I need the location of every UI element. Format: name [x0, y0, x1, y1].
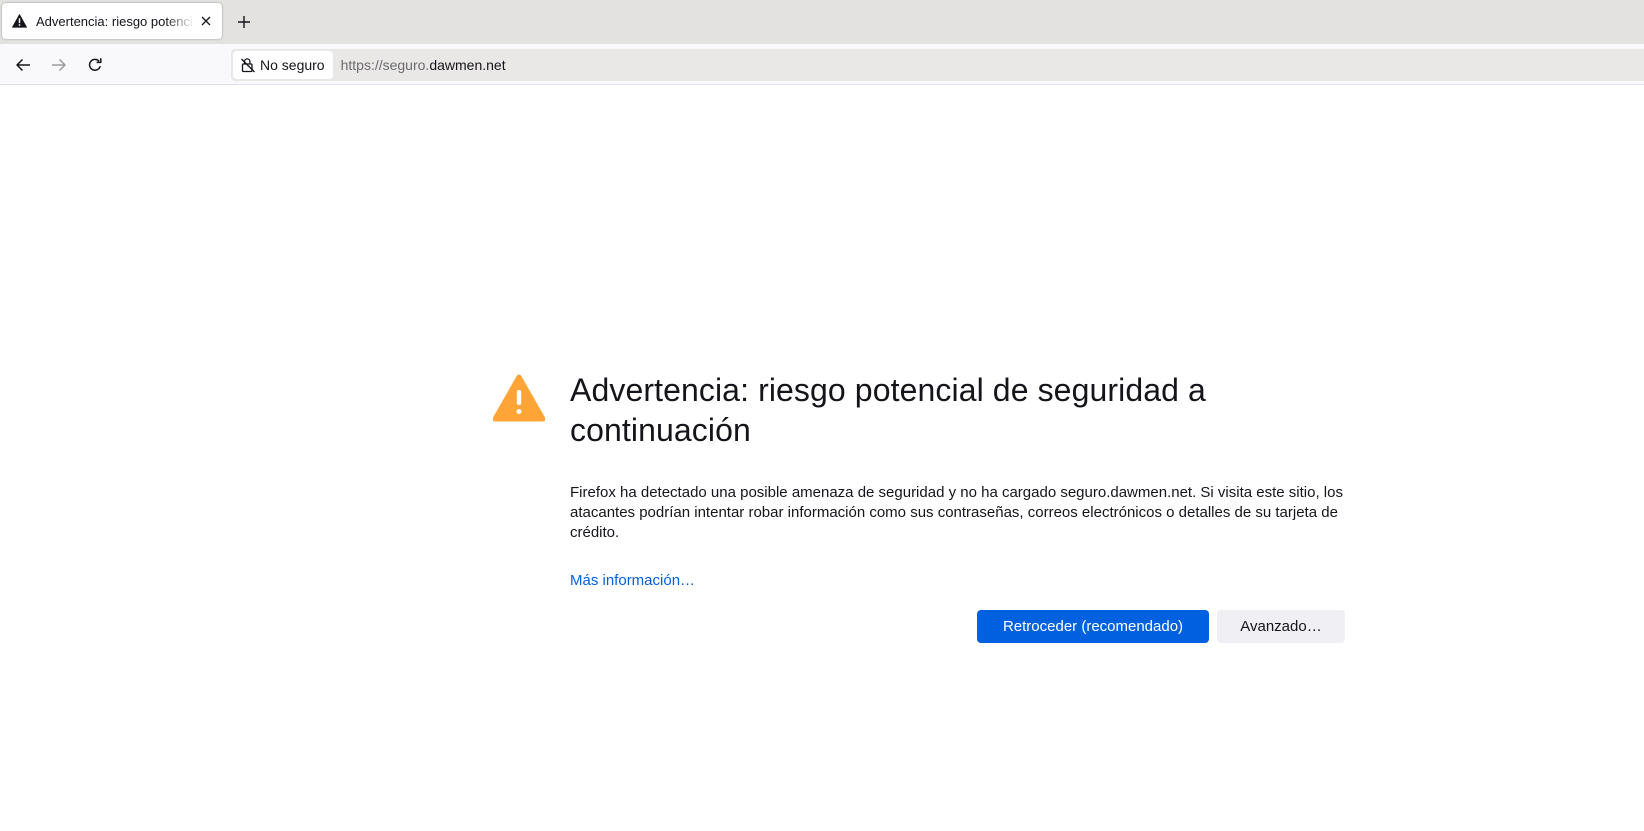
- warning-icon: [12, 13, 28, 29]
- advanced-button[interactable]: Avanzado…: [1217, 610, 1345, 643]
- arrow-right-icon: [52, 58, 66, 72]
- learn-more-link[interactable]: Más información…: [570, 572, 695, 589]
- tab-title: Advertencia: riesgo potencial de segurid…: [36, 13, 194, 29]
- identity-box[interactable]: No seguro: [233, 51, 333, 79]
- back-button[interactable]: [10, 52, 36, 78]
- error-description: Firefox ha detectado una posible amenaza…: [570, 484, 1343, 541]
- page-title: Advertencia: riesgo potencial de segurid…: [570, 372, 1206, 448]
- tab-strip: Advertencia: riesgo potencial de segurid…: [0, 0, 1644, 44]
- url-prefix: https://seguro.: [340, 57, 430, 73]
- error-content: Advertencia: riesgo potencial de segurid…: [570, 370, 1345, 590]
- nav-bar: No seguro https://seguro.dawmen.net: [0, 44, 1644, 85]
- reload-icon: [88, 58, 102, 71]
- go-back-button[interactable]: Retroceder (recomendado): [977, 610, 1209, 643]
- url-host: dawmen.net: [429, 57, 506, 73]
- new-tab-button[interactable]: [234, 12, 254, 32]
- insecure-lock-icon: [240, 57, 256, 73]
- tab-active[interactable]: Advertencia: riesgo potencial de segurid…: [2, 3, 222, 39]
- identity-label: No seguro: [260, 57, 325, 73]
- url-text[interactable]: https://seguro.dawmen.net: [341, 57, 506, 73]
- warning-icon: [492, 374, 546, 422]
- forward-button[interactable]: [46, 52, 72, 78]
- arrow-left-icon: [16, 58, 30, 72]
- url-bar[interactable]: No seguro https://seguro.dawmen.net: [231, 49, 1644, 81]
- button-container: Retroceder (recomendado) Avanzado…: [977, 610, 1345, 643]
- plus-icon: [238, 16, 250, 28]
- reload-button[interactable]: [82, 52, 108, 78]
- close-icon[interactable]: [198, 13, 214, 29]
